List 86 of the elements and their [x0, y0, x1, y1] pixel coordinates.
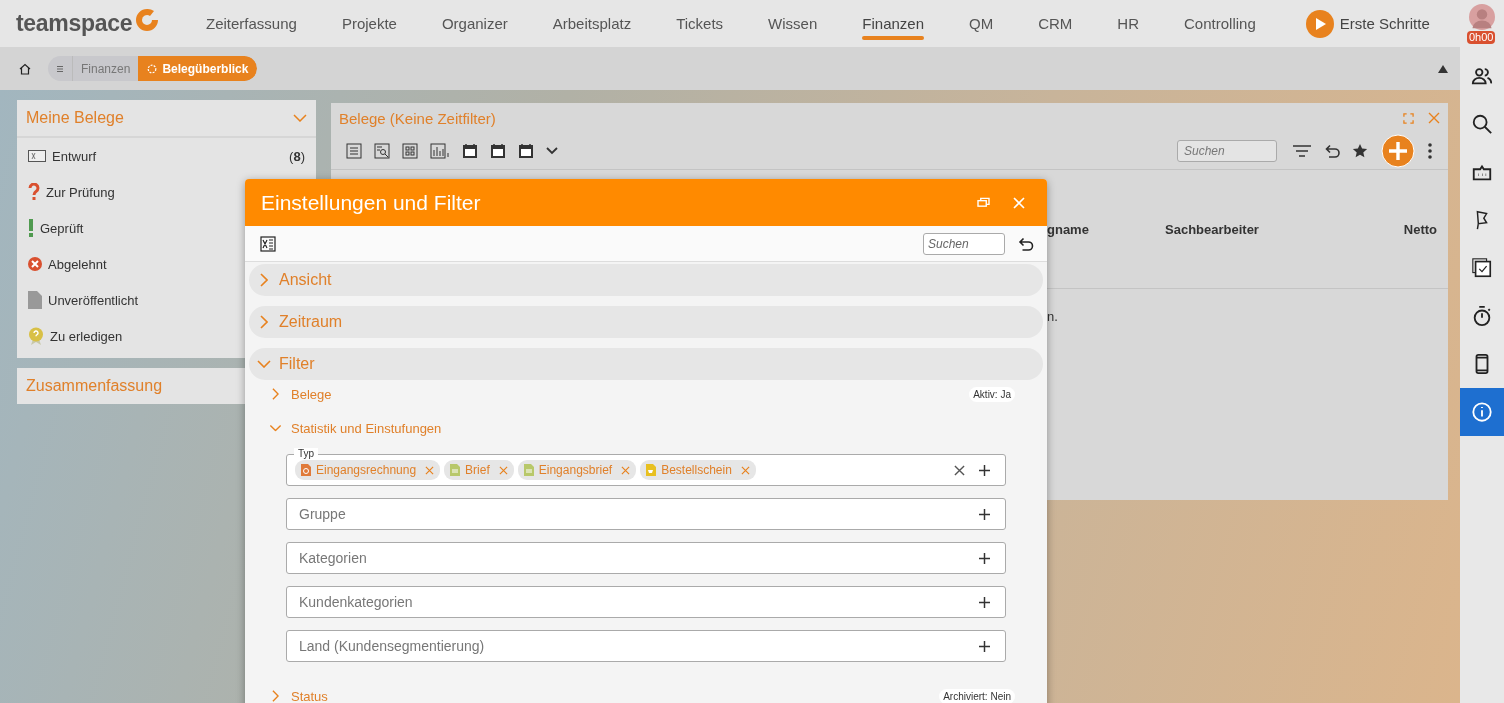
chevron-icon [257, 360, 271, 368]
exclamation-icon [28, 219, 34, 237]
list-view-icon[interactable] [346, 143, 362, 159]
chevron-icon [272, 388, 279, 400]
calendar-icon[interactable] [490, 143, 506, 159]
field-placeholder: Kundenkategorien [299, 594, 413, 610]
search-field[interactable]: Suchen [923, 232, 1005, 255]
calendar-icon[interactable] [518, 143, 534, 159]
collapse-icon[interactable] [1438, 64, 1448, 73]
clear-icon[interactable] [954, 464, 965, 476]
info-icon[interactable] [1460, 388, 1504, 436]
excel-export-icon[interactable] [260, 235, 276, 252]
nav-tab[interactable]: Finanzen [862, 5, 924, 42]
chevron-icon [260, 315, 268, 329]
nav-tab[interactable]: CRM [1038, 5, 1073, 42]
column-header[interactable]: Sachbearbeiter [1165, 221, 1404, 237]
chevron-icon [269, 424, 282, 432]
nav-tab[interactable]: HR [1117, 5, 1140, 42]
undo-icon[interactable] [1017, 236, 1034, 251]
document-icon [646, 464, 657, 476]
add-icon[interactable] [979, 640, 990, 652]
document-icon [28, 291, 42, 309]
reject-icon [28, 257, 42, 271]
add-button[interactable] [1381, 134, 1415, 168]
receipt-filter-item[interactable]: Geprüft [40, 220, 84, 236]
receipt-filter-item[interactable]: Entwurf [52, 148, 97, 164]
dialog-title: Einstellungen und Filter [261, 190, 482, 215]
receipt-filter-item[interactable]: Zur Prüfung [46, 184, 115, 200]
field-label: Typ [294, 448, 319, 460]
field-placeholder: Land (Kundensegmentierung) [299, 638, 485, 654]
nav-tab[interactable]: Wissen [768, 5, 818, 42]
draft-icon [28, 150, 46, 162]
nav-tab[interactable]: Tickets [676, 5, 724, 42]
field-placeholder: Gruppe [299, 506, 346, 522]
search-field[interactable]: Suchen [1177, 140, 1277, 162]
filter-icon[interactable] [1292, 144, 1312, 158]
getting-started-button[interactable]: Erste Schritte [1305, 9, 1430, 38]
field-placeholder: Kategorien [299, 550, 367, 566]
star-icon[interactable] [1352, 143, 1368, 159]
loading-icon [147, 63, 158, 74]
panel-title: Belege (Keine Zeitfilter) [339, 109, 497, 127]
nav-tab[interactable]: Controlling [1184, 5, 1256, 42]
document-icon [301, 464, 311, 476]
nav-tab[interactable]: Projekte [341, 5, 397, 42]
document-icon [523, 464, 534, 476]
panel-title: Zusammenfassung [26, 377, 163, 395]
select-field[interactable]: Kategorien [286, 542, 1006, 574]
chart-icon[interactable] [430, 143, 450, 159]
avatar[interactable] [1469, 4, 1495, 30]
add-icon[interactable] [979, 464, 990, 476]
nav-tab[interactable]: Zeiterfassung [206, 5, 297, 42]
receipt-filter-item[interactable]: Zu erledigen [50, 328, 123, 344]
search-document-icon[interactable] [374, 143, 390, 159]
add-icon[interactable] [979, 596, 990, 608]
column-header[interactable]: Netto [1403, 221, 1437, 237]
question-mark-icon [28, 183, 40, 201]
select-field[interactable]: Kundenkategorien [286, 586, 1006, 618]
receipt-filter-item[interactable]: Unveröffentlicht [48, 292, 139, 308]
add-icon[interactable] [979, 508, 990, 520]
item-count: (8) [289, 148, 305, 164]
chevron-icon [260, 273, 268, 287]
undo-icon[interactable] [1324, 144, 1340, 158]
more-icon[interactable] [1428, 143, 1432, 159]
calendar-icon[interactable] [462, 143, 478, 159]
select-field[interactable]: Gruppe [286, 498, 1006, 530]
nav-tab[interactable]: Organizer [441, 5, 508, 42]
timer-badge: 0h00 [1467, 31, 1496, 44]
logo-icon [135, 7, 160, 32]
grid-view-icon[interactable] [402, 143, 418, 159]
select-field[interactable]: Land (Kundensegmentierung) [286, 630, 1006, 662]
status-badge: Archiviert: Nein [939, 688, 1015, 703]
status-badge: Aktiv: Ja [969, 386, 1015, 402]
chevron-icon [272, 690, 279, 702]
nav-tab[interactable]: QM [969, 5, 994, 42]
panel-title: Meine Belege [26, 109, 124, 127]
add-icon[interactable] [979, 552, 990, 564]
nav-tab[interactable]: Arbeitsplatz [552, 5, 632, 42]
column-header[interactable]: gname [1047, 221, 1165, 237]
home-icon[interactable] [19, 62, 31, 75]
badge-icon [28, 327, 44, 345]
empty-message: n. [1047, 309, 1058, 324]
document-icon [450, 464, 461, 476]
chevron-down-icon[interactable] [546, 147, 558, 155]
logo-text: teamspace [16, 10, 133, 37]
receipt-filter-item[interactable]: Abgelehnt [48, 256, 107, 272]
play-icon [1305, 9, 1334, 38]
